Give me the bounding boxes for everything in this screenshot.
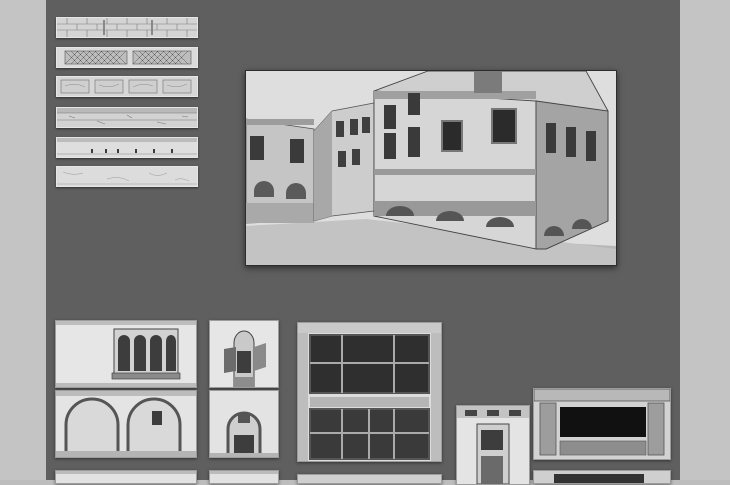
sketch-arched-shuttered-window[interactable] bbox=[209, 320, 279, 388]
texture-strip-stone-ledge[interactable] bbox=[56, 107, 198, 128]
sketch-panel-partial-right[interactable] bbox=[533, 470, 671, 484]
texture-strip-tiles[interactable] bbox=[56, 76, 198, 97]
sketch-storefront-grid-window[interactable] bbox=[297, 322, 442, 462]
texture-strip-brick[interactable] bbox=[56, 17, 198, 38]
texture-strip-plaster[interactable] bbox=[56, 166, 198, 187]
sketch-panel-partial-mid[interactable] bbox=[209, 470, 279, 484]
sketch-narrow-doorway[interactable] bbox=[456, 405, 530, 485]
sketch-single-arch-door[interactable] bbox=[209, 390, 279, 458]
sketch-double-arch-facade[interactable] bbox=[55, 390, 197, 458]
texture-strip-lattice[interactable] bbox=[56, 47, 198, 68]
sketch-balcony-window[interactable] bbox=[55, 320, 197, 388]
sketch-shop-sign-frame[interactable] bbox=[533, 388, 671, 460]
texture-strip-cornice[interactable] bbox=[56, 137, 198, 158]
sketch-panel-partial-center[interactable] bbox=[297, 474, 442, 484]
main-render-image[interactable] bbox=[245, 70, 617, 266]
sketch-panel-partial-left[interactable] bbox=[55, 470, 197, 484]
